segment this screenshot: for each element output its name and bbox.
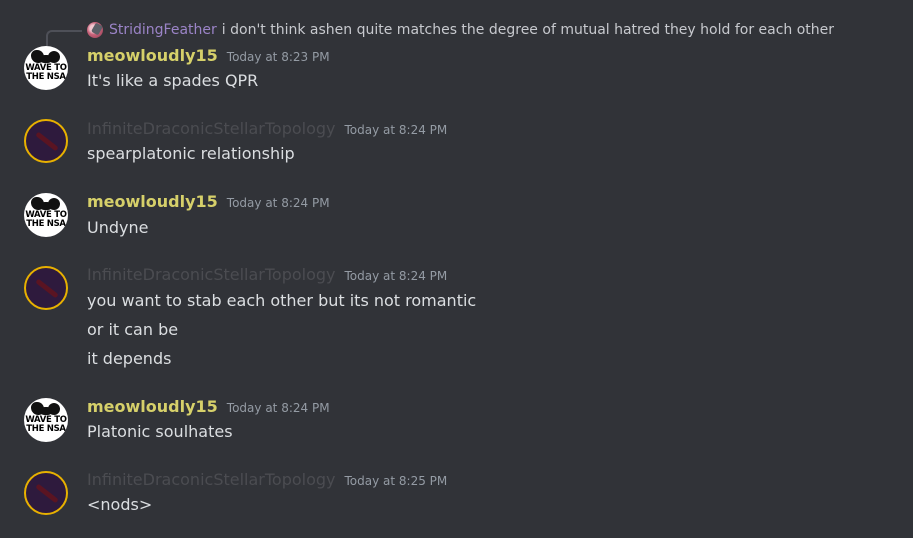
chat-message-list: StridingFeather i don't think ashen quit… xyxy=(0,0,913,538)
avatar-shape xyxy=(35,278,59,299)
user-avatar[interactable]: WAVE TO THE NSA xyxy=(24,46,68,90)
message-header: InfiniteDraconicStellarTopology Today at… xyxy=(87,470,447,494)
user-avatar[interactable]: WAVE TO THE NSA xyxy=(24,398,68,442)
user-avatar[interactable] xyxy=(24,471,68,515)
message-header: InfiniteDraconicStellarTopology Today at… xyxy=(87,265,447,289)
avatar-logo-text: WAVE TO THE NSA xyxy=(25,210,67,229)
message-text: you want to stab each other but its not … xyxy=(87,291,477,310)
message-timestamp[interactable]: Today at 8:24 PM xyxy=(227,196,330,210)
user-avatar[interactable] xyxy=(24,119,68,163)
reply-username[interactable]: StridingFeather xyxy=(109,22,217,38)
avatar-shape xyxy=(40,202,52,210)
message-username[interactable]: InfiniteDraconicStellarTopology xyxy=(87,470,336,489)
message-text: <nods> xyxy=(87,495,153,514)
message-header: meowloudly15 Today at 8:24 PM xyxy=(87,397,330,421)
message-timestamp[interactable]: Today at 8:24 PM xyxy=(345,123,448,137)
avatar-shape xyxy=(40,55,52,63)
message-text: It's like a spades QPR xyxy=(87,71,259,90)
avatar-logo-text: WAVE TO THE NSA xyxy=(25,415,67,434)
message-username[interactable]: meowloudly15 xyxy=(87,46,218,65)
message-timestamp[interactable]: Today at 8:24 PM xyxy=(227,401,330,415)
message-header: InfiniteDraconicStellarTopology Today at… xyxy=(87,119,447,143)
message-username[interactable]: InfiniteDraconicStellarTopology xyxy=(87,265,336,284)
message-text: or it can be xyxy=(87,320,179,339)
message-header: meowloudly15 Today at 8:24 PM xyxy=(87,192,330,216)
reply-text[interactable]: i don't think ashen quite matches the de… xyxy=(222,22,834,38)
avatar-shape xyxy=(35,131,59,152)
message-username[interactable]: meowloudly15 xyxy=(87,192,218,211)
message-timestamp[interactable]: Today at 8:25 PM xyxy=(345,474,448,488)
avatar-shape xyxy=(35,483,59,504)
message-text: Undyne xyxy=(87,218,149,237)
user-avatar[interactable]: WAVE TO THE NSA xyxy=(24,193,68,237)
message-timestamp[interactable]: Today at 8:24 PM xyxy=(345,269,448,283)
avatar-logo-text: WAVE TO THE NSA xyxy=(25,63,67,82)
message-text: Platonic soulhates xyxy=(87,422,233,441)
reply-avatar-icon[interactable] xyxy=(87,22,103,38)
message-username[interactable]: InfiniteDraconicStellarTopology xyxy=(87,119,336,138)
avatar-shape xyxy=(40,407,52,415)
user-avatar[interactable] xyxy=(24,266,68,310)
reply-preview[interactable]: StridingFeather i don't think ashen quit… xyxy=(87,19,834,41)
message-header: meowloudly15 Today at 8:23 PM xyxy=(87,46,330,70)
message-timestamp[interactable]: Today at 8:23 PM xyxy=(227,50,330,64)
message-text: spearplatonic relationship xyxy=(87,144,295,163)
message-username[interactable]: meowloudly15 xyxy=(87,397,218,416)
message-text: it depends xyxy=(87,349,172,368)
reply-connector-line xyxy=(46,30,82,46)
